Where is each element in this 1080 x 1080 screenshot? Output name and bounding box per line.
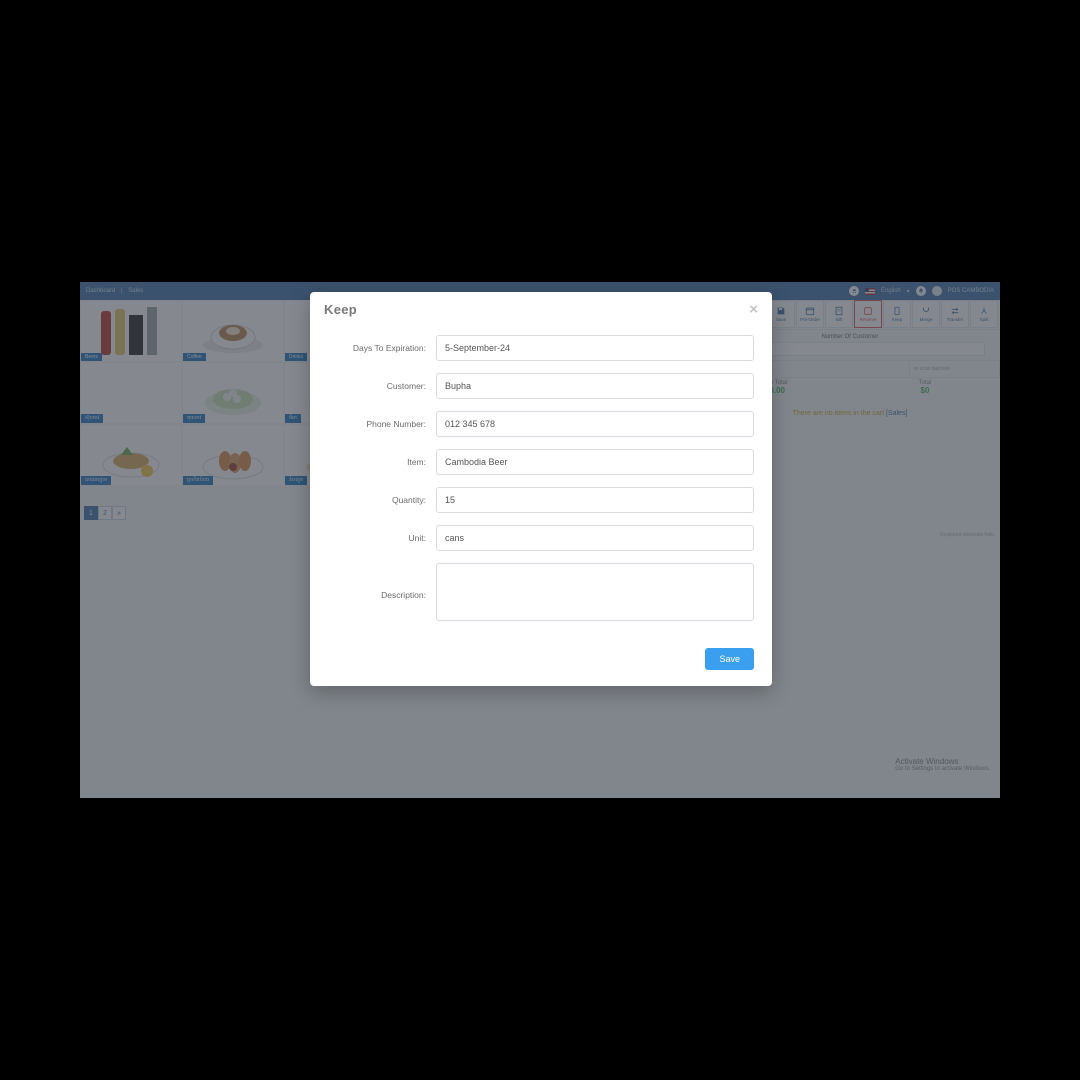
item-input[interactable]	[436, 449, 754, 475]
description-label: Description:	[328, 590, 436, 600]
save-button[interactable]: Save	[705, 648, 754, 670]
phone-input[interactable]	[436, 411, 754, 437]
customer-input[interactable]	[436, 373, 754, 399]
app-window: Dashboard | Sales English ▾ POS CAMBODIA…	[80, 282, 1000, 798]
close-icon[interactable]: ×	[749, 302, 758, 317]
days-input[interactable]	[436, 335, 754, 361]
quantity-input[interactable]	[436, 487, 754, 513]
keep-modal: Keep × Days To Expiration: Customer: Pho…	[310, 292, 772, 686]
days-label: Days To Expiration:	[328, 343, 436, 353]
modal-title: Keep	[324, 302, 357, 317]
customer-label: Customer:	[328, 381, 436, 391]
unit-input[interactable]	[436, 525, 754, 551]
description-input[interactable]	[436, 563, 754, 621]
item-label: Item:	[328, 457, 436, 467]
unit-label: Unit:	[328, 533, 436, 543]
phone-label: Phone Number:	[328, 419, 436, 429]
quantity-label: Quantity:	[328, 495, 436, 505]
